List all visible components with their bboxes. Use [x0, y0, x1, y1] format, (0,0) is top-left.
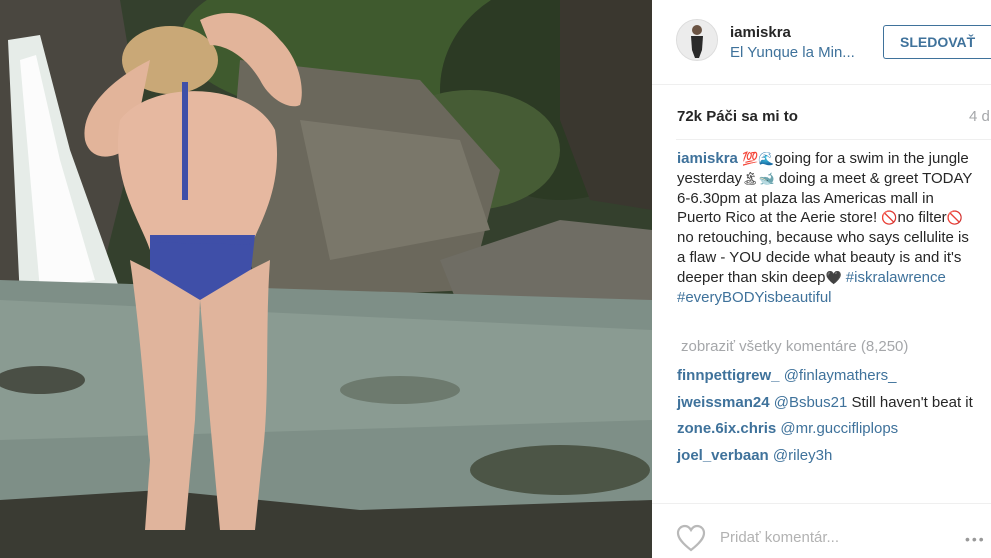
jungle-waterfall-photo [0, 0, 652, 558]
comment-username[interactable]: zone.6ix.chris [677, 420, 776, 437]
comment-mention[interactable]: @riley3h [773, 447, 832, 464]
comment-mention[interactable]: @finlaymathers_ [784, 367, 897, 384]
comment-mention[interactable]: @mr.guccifliplops [780, 420, 898, 437]
post-footer: Pridať komentár... ••• [652, 503, 991, 558]
view-all-comments-link[interactable]: zobraziť všetky komentáre (8,250) [681, 338, 908, 355]
caption-username[interactable]: iamiskra [677, 150, 738, 167]
avatar[interactable] [676, 19, 718, 61]
post-sidebar: iamiskra El Yunque la Min... SLEDOVAŤ 72… [652, 0, 991, 558]
no-entry-icon: 🚫 [946, 210, 963, 226]
hundred-points-icon: 💯 [742, 151, 759, 166]
black-heart-icon: 🖤 [825, 269, 842, 285]
header-username[interactable]: iamiskra [730, 24, 791, 41]
island-icon: 🏝 [742, 170, 759, 186]
comment-item: zone.6ix.chris @mr.guccifliplops [677, 419, 982, 439]
wave-icon: 🌊 [758, 151, 775, 166]
comment-mention[interactable]: @Bsbus21 [774, 394, 848, 411]
comment-item: finnpettigrew_ @finlaymathers_ [677, 366, 982, 386]
avatar-image [677, 20, 717, 60]
comments-list: finnpettigrew_ @finlaymathers_ jweissman… [677, 366, 982, 472]
post-caption: iamiskra 💯🌊going for a swim in the jungl… [677, 149, 977, 307]
post-photo[interactable] [0, 0, 652, 558]
comment-text: Still haven't beat it [847, 393, 973, 411]
like-count[interactable]: 72k Páči sa mi to [677, 108, 798, 125]
whale-icon: 🐋 [758, 170, 775, 186]
post-location[interactable]: El Yunque la Min... [730, 44, 855, 61]
comment-item: jweissman24 @Bsbus21 Still haven't beat … [677, 393, 982, 413]
divider [676, 139, 991, 140]
comment-username[interactable]: joel_verbaan [677, 447, 769, 464]
heart-outline-icon[interactable] [676, 524, 706, 552]
hashtag-everybodyisbeautiful[interactable]: #everyBODYisbeautiful [677, 289, 832, 306]
post-time[interactable]: 4 d [969, 108, 990, 125]
follow-button[interactable]: SLEDOVAŤ [883, 25, 991, 59]
caption-text-3: no filter [897, 209, 947, 227]
post-header: iamiskra El Yunque la Min... SLEDOVAŤ [652, 0, 991, 85]
comment-username[interactable]: finnpettigrew_ [677, 367, 780, 384]
comment-username[interactable]: jweissman24 [677, 394, 770, 411]
comment-item: joel_verbaan @riley3h [677, 446, 982, 466]
hashtag-iskralawrence[interactable]: #iskralawrence [842, 269, 946, 286]
no-entry-icon: 🚫 [881, 210, 898, 226]
more-options-button[interactable]: ••• [965, 531, 986, 547]
add-comment-input[interactable]: Pridať komentár... [720, 529, 839, 546]
